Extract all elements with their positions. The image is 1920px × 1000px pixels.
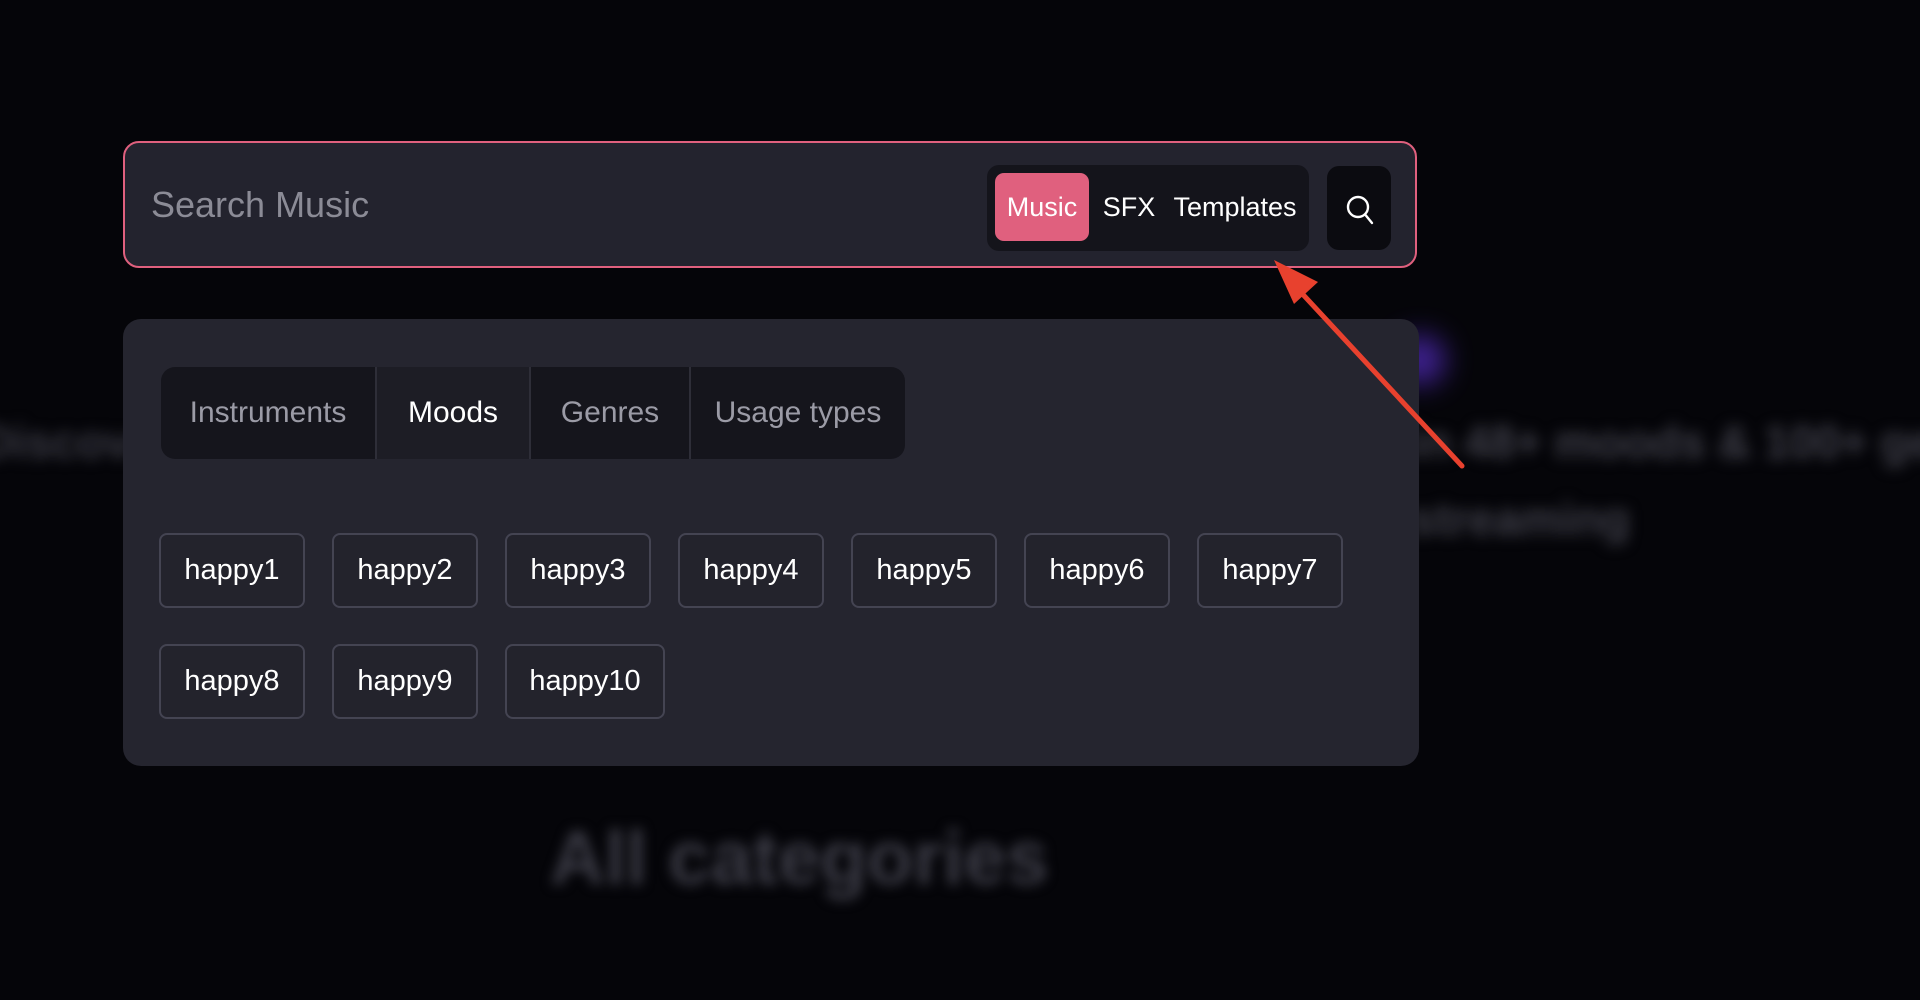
- search-input[interactable]: [151, 173, 931, 237]
- mood-chip-happy1[interactable]: happy1: [159, 533, 305, 608]
- mood-chip-happy5[interactable]: happy5: [851, 533, 997, 608]
- mood-chip-happy3[interactable]: happy3: [505, 533, 651, 608]
- category-dropdown: Instruments Moods Genres Usage types hap…: [123, 319, 1419, 766]
- type-sfx-button[interactable]: SFX: [1099, 173, 1159, 241]
- search-icon: [1346, 195, 1374, 225]
- category-tabs: Instruments Moods Genres Usage types: [161, 367, 905, 459]
- tab-usage-types[interactable]: Usage types: [691, 367, 905, 459]
- search-type-toggle: Music SFX Templates: [987, 165, 1309, 251]
- mood-chip-happy2[interactable]: happy2: [332, 533, 478, 608]
- mood-chips: happy1 happy2 happy3 happy4 happy5 happy…: [159, 533, 1379, 719]
- tab-moods[interactable]: Moods: [377, 367, 531, 459]
- mood-chip-happy7[interactable]: happy7: [1197, 533, 1343, 608]
- mood-chip-happy10[interactable]: happy10: [505, 644, 665, 719]
- mood-chip-happy4[interactable]: happy4: [678, 533, 824, 608]
- tab-instruments[interactable]: Instruments: [161, 367, 377, 459]
- background-text-line-2: in 48+ moods & 100+ genres & style: [1410, 416, 1920, 468]
- mood-chip-happy8[interactable]: happy8: [159, 644, 305, 719]
- search-bar: Music SFX Templates: [123, 141, 1417, 268]
- search-button[interactable]: [1327, 166, 1391, 250]
- background-heading: All categories: [550, 816, 1049, 901]
- type-music-button[interactable]: Music: [995, 173, 1089, 241]
- mood-chip-happy9[interactable]: happy9: [332, 644, 478, 719]
- background-text-line-3: streaming: [1410, 493, 1630, 545]
- tab-genres[interactable]: Genres: [531, 367, 691, 459]
- mood-chip-happy6[interactable]: happy6: [1024, 533, 1170, 608]
- page: Discover music for your content in 48+ m…: [0, 0, 1920, 1000]
- type-templates-button[interactable]: Templates: [1171, 173, 1299, 241]
